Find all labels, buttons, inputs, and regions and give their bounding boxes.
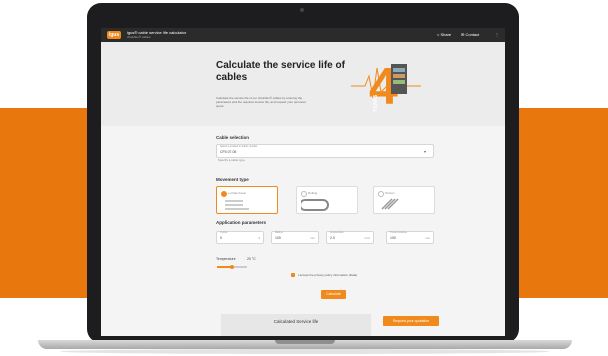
movement-type-heading: Movement type xyxy=(216,177,249,182)
app-header: igus igus® cable service life calculator… xyxy=(101,28,505,42)
laptop: igus igus® cable service life calculator… xyxy=(87,3,519,343)
field-value: 2.0 xyxy=(330,236,335,240)
chevron-down-icon: ▾ xyxy=(424,149,427,154)
field-label: Acceleration xyxy=(330,231,344,234)
field-label: Travel distance xyxy=(390,231,407,234)
result-panel: Calculated Service life xyxy=(221,314,371,336)
field-unit: mm xyxy=(310,236,315,240)
share-button[interactable]: < Share xyxy=(437,32,451,37)
cable-field-label: Select a product or article number xyxy=(220,145,258,148)
hero-description: Calculate the service life of our chainf… xyxy=(216,96,306,108)
share-icon: < xyxy=(437,32,440,37)
laptop-shadow xyxy=(60,349,550,354)
laptop-notch xyxy=(275,340,335,344)
temperature-label: Temperature xyxy=(216,257,236,261)
contact-label: Contact xyxy=(465,32,480,37)
cycles-input[interactable]: Cycles 0 ▾ xyxy=(216,231,264,244)
slider-handle[interactable] xyxy=(230,264,234,269)
option-label: Rolling xyxy=(308,191,318,195)
acceleration-input[interactable]: Acceleration 2.0 m/s² xyxy=(326,231,374,244)
field-label: Cycles xyxy=(220,231,228,234)
app-subtitle: chainflex® cables xyxy=(127,35,151,39)
calculate-button[interactable]: Calculate xyxy=(321,290,346,299)
option-label: e-chain linear xyxy=(228,191,247,195)
request-quote-button[interactable]: Request your quotation xyxy=(383,316,439,326)
field-value: 0 xyxy=(220,236,222,240)
result-title: Calculated Service life xyxy=(273,319,319,324)
cable-field-hint: Specify a cable type xyxy=(218,158,245,162)
field-unit: m/s² xyxy=(364,236,370,240)
cable-field-value: CF5.07.05 xyxy=(220,150,237,154)
cable-selection-heading: Cable selection xyxy=(216,135,250,140)
torsion-icon xyxy=(381,198,399,210)
graphic-word: YEARS xyxy=(373,94,379,112)
laptop-base xyxy=(38,340,572,349)
four-years-graphic: 4 YEARS xyxy=(351,58,421,116)
field-label: Radius xyxy=(275,231,283,234)
privacy-checkbox[interactable] xyxy=(291,273,295,277)
page-title: Calculate the service life of cables xyxy=(216,60,345,83)
field-unit: m/s xyxy=(425,236,430,240)
brand-logo[interactable]: igus xyxy=(107,31,121,39)
stepper-icon: ▾ xyxy=(258,236,260,240)
field-value: 100 xyxy=(275,236,281,240)
application-parameters-heading: Application parameters xyxy=(216,220,267,225)
contact-button[interactable]: ✉ Contact xyxy=(461,32,479,37)
menu-icon[interactable]: ⋮ xyxy=(495,32,499,37)
movement-option-rolling[interactable]: Rolling xyxy=(296,186,358,214)
rolling-chain-icon xyxy=(301,199,329,211)
mail-icon: ✉ xyxy=(461,32,465,37)
field-value: 100 xyxy=(390,236,396,240)
option-label: Torsion xyxy=(385,191,395,195)
share-label: Share xyxy=(440,32,452,37)
laptop-screen: igus igus® cable service life calculator… xyxy=(101,28,505,336)
temperature-value: 20 °C xyxy=(247,257,256,261)
movement-option-torsion[interactable]: Torsion xyxy=(373,186,435,214)
radius-input[interactable]: Radius 100 mm xyxy=(271,231,319,244)
travel-distance-input[interactable]: Travel distance 100 m/s xyxy=(386,231,434,244)
privacy-consent-text: I accept the privacy policy information … xyxy=(298,273,358,277)
temperature-slider[interactable] xyxy=(217,264,247,269)
cable-select-field[interactable]: Select a product or article number CF5.0… xyxy=(216,144,434,158)
hero-section: Calculate the service life of cables Cal… xyxy=(101,42,505,126)
camera-dot xyxy=(300,8,304,12)
e-chain-icon xyxy=(225,200,249,210)
movement-option-linear[interactable]: e-chain linear xyxy=(216,186,278,214)
